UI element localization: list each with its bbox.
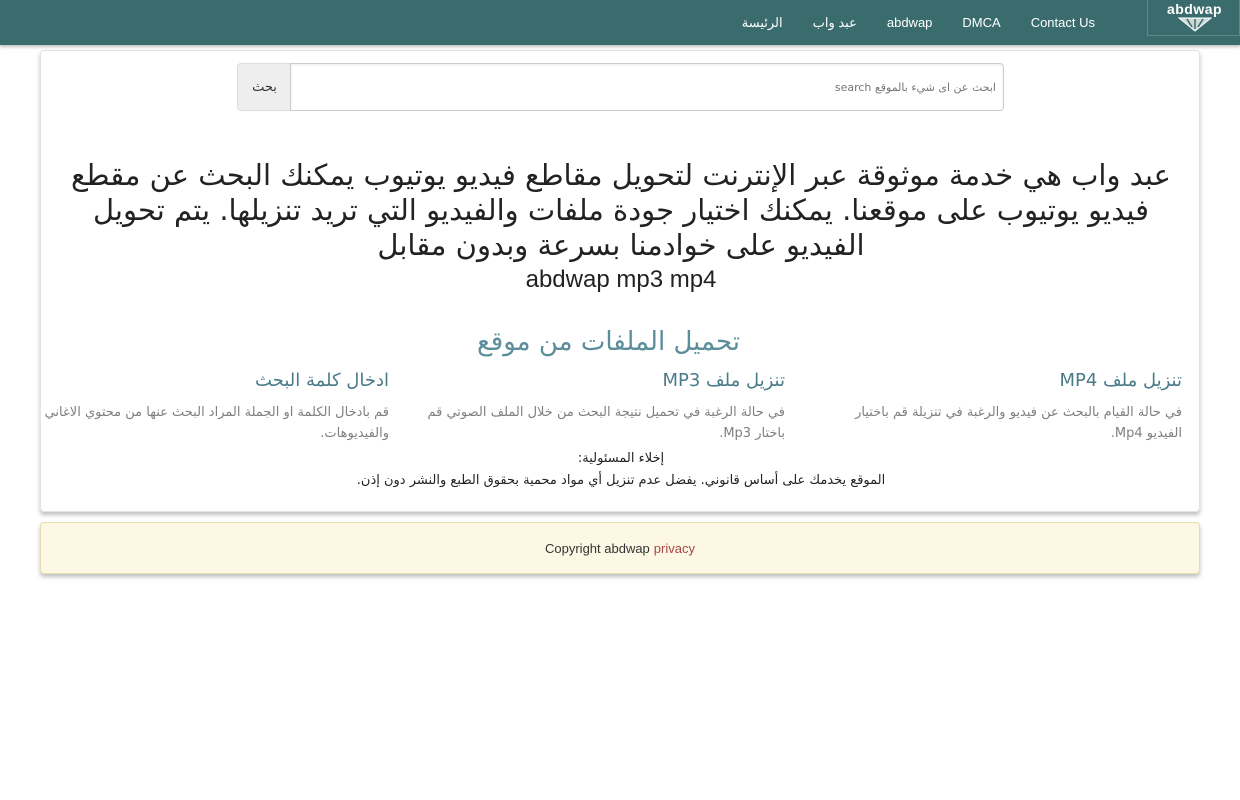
- site-logo[interactable]: abdwap: [1147, 0, 1240, 36]
- nav-links: الرئيسة عبد واب abdwap DMCA Contact Us: [712, 0, 1095, 45]
- hero-description: عبد واب هي خدمة موثوقة عبر الإنترنت لتحو…: [70, 158, 1171, 262]
- feature-search-text: قم بادخال الكلمة او الجملة المراد البحث …: [44, 405, 389, 441]
- nav-link-home[interactable]: الرئيسة: [742, 15, 783, 31]
- search-input[interactable]: [290, 63, 1004, 111]
- footer-copyright: Copyright abdwap: [545, 540, 650, 556]
- nav-link-abdwap[interactable]: abdwap: [887, 15, 933, 30]
- nav-link-contact[interactable]: Contact Us: [1031, 15, 1095, 30]
- main-panel: بحث عبد واب هي خدمة موثوقة عبر الإنترنت …: [40, 50, 1200, 512]
- disclaimer-title: إخلاء المسئولية:: [577, 451, 665, 466]
- footer: Copyright abdwap privacy: [40, 522, 1200, 574]
- disclaimer-text: الموقع يخدمك على أساس قانوني. يفضل عدم ت…: [356, 473, 886, 488]
- hero-subtitle: abdwap mp3 mp4: [525, 266, 717, 293]
- feature-mp4-text: في حالة القيام بالبحث عن فيديو والرغبة ف…: [855, 405, 1182, 441]
- nav-link-abdwap-ar[interactable]: عبد واب: [813, 15, 857, 31]
- feature-search: ادخال كلمة البحث قم بادخال الكلمة او الج…: [29, 368, 389, 444]
- privacy-link[interactable]: privacy: [654, 541, 695, 556]
- feature-search-title: ادخال كلمة البحث: [255, 370, 389, 391]
- logo-text: abdwap: [1166, 1, 1223, 17]
- section-title: تحميل الملفات من موقع: [476, 327, 741, 357]
- feature-mp3: تنزيل ملف MP3 في حالة الرغبة في تحميل نت…: [425, 368, 785, 444]
- search-button[interactable]: بحث: [237, 63, 291, 111]
- feature-mp4: تنزيل ملف MP4 في حالة القيام بالبحث عن ف…: [822, 368, 1182, 444]
- top-navbar: الرئيسة عبد واب abdwap DMCA Contact Us a…: [0, 0, 1240, 45]
- feature-mp4-title: تنزيل ملف MP4: [1059, 370, 1182, 391]
- feature-mp3-title: تنزيل ملف MP3: [662, 370, 785, 391]
- logo-emblem-icon: [1178, 17, 1212, 32]
- feature-mp3-text: في حالة الرغبة في تحميل نتيجة البحث من خ…: [427, 405, 785, 441]
- nav-link-dmca[interactable]: DMCA: [962, 15, 1000, 30]
